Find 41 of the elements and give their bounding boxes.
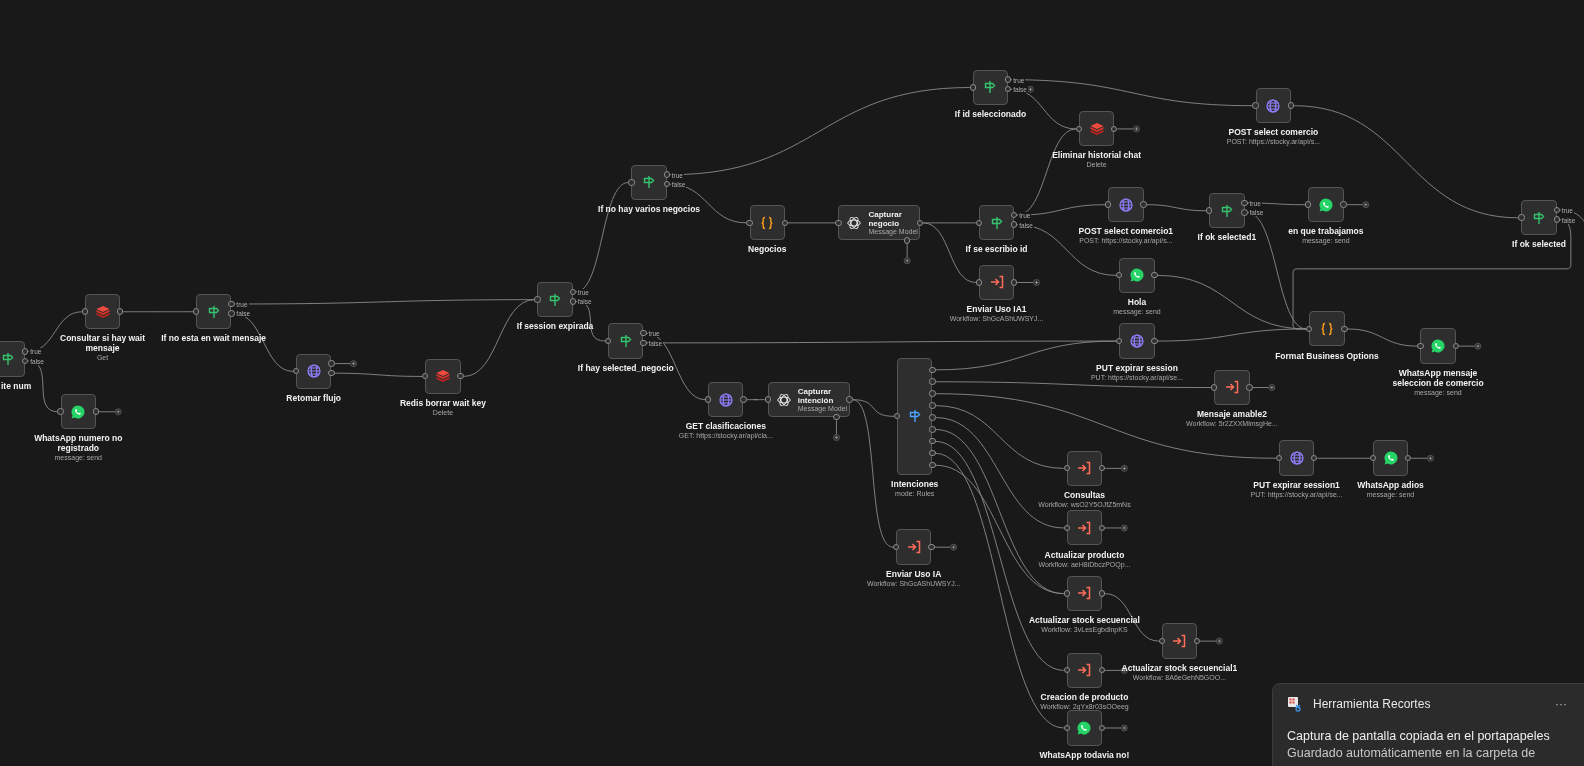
- node-title: PUT expirar session: [1096, 362, 1178, 373]
- node-title: Capturar intención: [797, 386, 835, 405]
- node-title: Consultas: [1063, 489, 1105, 500]
- notification-title: Captura de pantalla copiada en el portapapeles: [1287, 728, 1551, 745]
- node-title: If id seleccionado: [954, 109, 1027, 120]
- more-options-button[interactable]: ···: [1551, 697, 1571, 711]
- node-title: If ok selected: [1512, 239, 1566, 250]
- node-title: Negocios: [748, 244, 787, 255]
- node-title: Mensaje amable2: [1196, 409, 1267, 420]
- node-title: If hay selected_negocio: [577, 362, 674, 373]
- node-title: If session expirada: [516, 321, 594, 332]
- node-title: Actualizar producto: [1044, 549, 1125, 560]
- node-title: If no hay varios negocios: [598, 204, 701, 214]
- node-title: Intenciones: [891, 478, 939, 489]
- node-title: Format Business Options: [1275, 350, 1379, 361]
- node-title: PUT expirar session1: [1253, 479, 1340, 490]
- node-title: Actualizar stock secuencial: [1028, 615, 1140, 626]
- notification-body: Guardado automáticamente en la carpeta de: [1287, 745, 1537, 762]
- node-title: en que trabajamos: [1288, 226, 1364, 237]
- node-title: WhatsApp todavia no!: [1039, 749, 1130, 760]
- node-title: Creacion de producto: [1040, 691, 1129, 702]
- node-title: GET clasificaciones: [685, 421, 766, 432]
- node-title: WhatsApp adios: [1357, 479, 1424, 490]
- node-title: WhatsApp numero no registrado: [33, 433, 124, 454]
- app-name: Herramienta Recortes: [1313, 697, 1431, 711]
- node-title: Capturar negocio: [868, 209, 903, 228]
- node-title: Enviar Uso IA: [886, 568, 942, 579]
- node-title: POST select comercio: [1228, 127, 1319, 138]
- node-title: Eliminar historial chat: [1052, 150, 1141, 161]
- node-title: Redis borrar wait key: [399, 397, 486, 408]
- node-title: If no esta en wait mensaje: [161, 333, 267, 344]
- node-title: Consultar si hay wait mensaje: [59, 333, 147, 354]
- node-title: Actualizar stock secuencial1: [1121, 662, 1238, 673]
- node-title: If ok selected1: [1197, 232, 1257, 243]
- node-title: If se escribio id: [965, 244, 1028, 255]
- node-title: Enviar Uso IA1: [966, 304, 1027, 314]
- node-title: POST select comercio1: [1078, 226, 1174, 237]
- node-title: Retomar flujo: [286, 392, 342, 403]
- node-title: ite num: [1, 380, 32, 391]
- node-title: WhatsApp mensaje seleccion de comercio: [1391, 367, 1485, 388]
- node-title: Hola: [1127, 296, 1147, 307]
